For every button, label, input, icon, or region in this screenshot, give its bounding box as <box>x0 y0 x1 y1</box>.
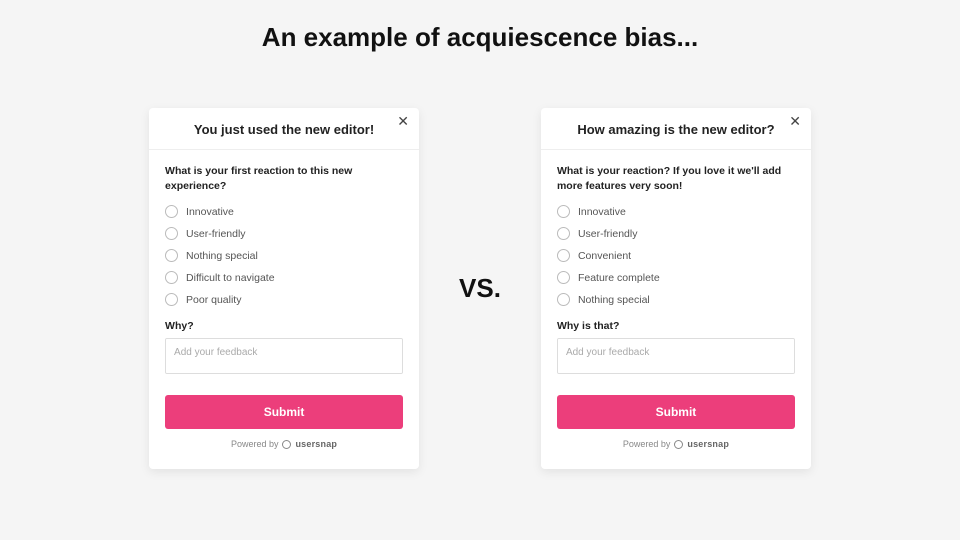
survey-card-left: You just used the new editor! ✕ What is … <box>149 108 419 469</box>
page-title: An example of acquiescence bias... <box>0 0 960 53</box>
card-header: You just used the new editor! ✕ <box>149 108 419 150</box>
cards-row: You just used the new editor! ✕ What is … <box>0 108 960 469</box>
radio-icon <box>557 271 570 284</box>
feedback-input[interactable] <box>557 338 795 374</box>
vs-label: VS. <box>459 273 501 304</box>
feedback-input[interactable] <box>165 338 403 374</box>
option-label: Difficult to navigate <box>186 272 275 284</box>
radio-icon <box>165 293 178 306</box>
radio-option[interactable]: Convenient <box>557 249 795 262</box>
option-label: User-friendly <box>578 228 638 240</box>
radio-icon <box>165 271 178 284</box>
options-list: Innovative User-friendly Nothing special… <box>165 205 403 306</box>
powered-brand: usersnap <box>295 439 337 449</box>
radio-option[interactable]: Nothing special <box>557 293 795 306</box>
radio-option[interactable]: User-friendly <box>557 227 795 240</box>
option-label: User-friendly <box>186 228 246 240</box>
radio-option[interactable]: Poor quality <box>165 293 403 306</box>
radio-icon <box>557 205 570 218</box>
close-icon[interactable]: ✕ <box>397 114 409 128</box>
powered-prefix: Powered by <box>623 439 671 449</box>
submit-button[interactable]: Submit <box>165 395 403 429</box>
card-title: How amazing is the new editor? <box>557 122 795 137</box>
radio-option[interactable]: Nothing special <box>165 249 403 262</box>
usersnap-icon <box>674 440 683 449</box>
radio-option[interactable]: User-friendly <box>165 227 403 240</box>
close-icon[interactable]: ✕ <box>789 114 801 128</box>
why-label: Why? <box>165 320 403 332</box>
option-label: Convenient <box>578 250 631 262</box>
option-label: Innovative <box>186 206 234 218</box>
card-body: What is your first reaction to this new … <box>149 150 419 459</box>
radio-icon <box>557 293 570 306</box>
powered-brand: usersnap <box>687 439 729 449</box>
radio-option[interactable]: Innovative <box>165 205 403 218</box>
radio-icon <box>557 227 570 240</box>
option-label: Nothing special <box>186 250 258 262</box>
radio-icon <box>165 205 178 218</box>
radio-icon <box>165 249 178 262</box>
option-label: Nothing special <box>578 294 650 306</box>
powered-prefix: Powered by <box>231 439 279 449</box>
card-header: How amazing is the new editor? ✕ <box>541 108 811 150</box>
submit-button[interactable]: Submit <box>557 395 795 429</box>
radio-icon <box>557 249 570 262</box>
survey-card-right: How amazing is the new editor? ✕ What is… <box>541 108 811 469</box>
survey-question: What is your first reaction to this new … <box>165 164 403 193</box>
radio-option[interactable]: Difficult to navigate <box>165 271 403 284</box>
card-title: You just used the new editor! <box>165 122 403 137</box>
radio-option[interactable]: Innovative <box>557 205 795 218</box>
powered-by: Powered by usersnap <box>165 439 403 449</box>
option-label: Innovative <box>578 206 626 218</box>
survey-question: What is your reaction? If you love it we… <box>557 164 795 193</box>
powered-by: Powered by usersnap <box>557 439 795 449</box>
usersnap-icon <box>282 440 291 449</box>
options-list: Innovative User-friendly Convenient Feat… <box>557 205 795 306</box>
card-body: What is your reaction? If you love it we… <box>541 150 811 459</box>
radio-option[interactable]: Feature complete <box>557 271 795 284</box>
option-label: Poor quality <box>186 294 241 306</box>
option-label: Feature complete <box>578 272 660 284</box>
radio-icon <box>165 227 178 240</box>
why-label: Why is that? <box>557 320 795 332</box>
